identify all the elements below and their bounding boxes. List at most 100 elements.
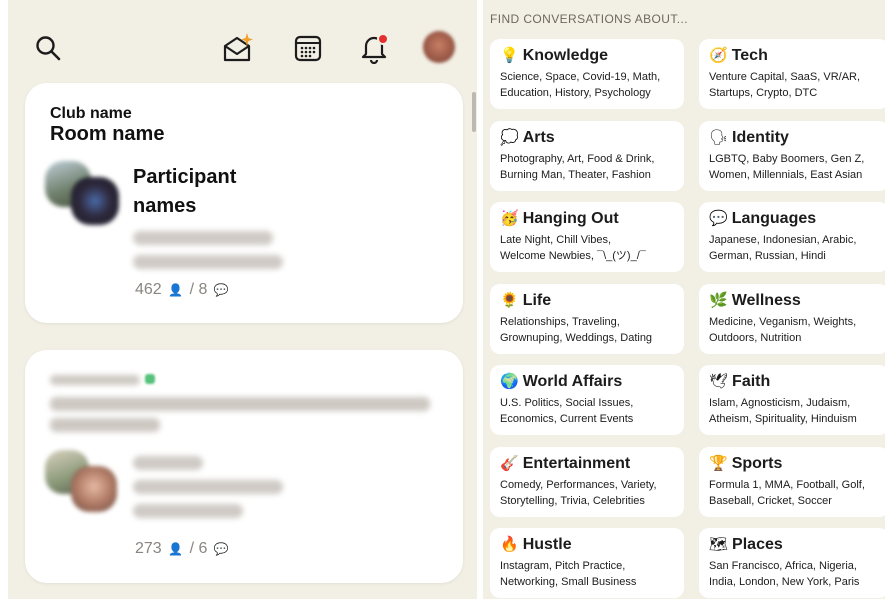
topic-title: 🧭 Tech xyxy=(709,46,768,65)
topic-emoji-icon: 🕊 xyxy=(709,373,729,390)
topic-tile-faith[interactable]: 🕊 Faith Islam, Agnosticism, Judaism, Athei… xyxy=(699,365,885,435)
topic-title: 🗣 Identity xyxy=(709,128,789,147)
topic-name: Identity xyxy=(732,128,789,146)
topic-description: Japanese, Indonesian, Arabic, German, Ru… xyxy=(709,234,857,262)
person-icon: 👤 xyxy=(168,283,184,297)
avatar xyxy=(71,177,119,225)
person-icon: 👤 xyxy=(168,542,184,556)
topic-description: Instagram, Pitch Practice, Networking, S… xyxy=(500,560,637,588)
room-card[interactable]: 273 👤 / 6 💬 xyxy=(25,350,463,583)
separator: / xyxy=(189,281,195,298)
participant-avatars xyxy=(45,161,125,231)
topic-tile-world-affairs[interactable]: 🌍 World Affairs U.S. Politics, Social Issu… xyxy=(490,365,684,435)
notification-dot xyxy=(377,33,389,45)
participant-names: Participant names xyxy=(133,163,283,279)
speaker-count: 6 xyxy=(198,540,208,557)
envelope-sparkle-icon[interactable] xyxy=(220,30,256,66)
topic-emoji-icon: 🥳 xyxy=(500,210,519,227)
topic-emoji-icon: 💬 xyxy=(709,210,728,227)
topic-name: Arts xyxy=(522,128,555,146)
separator: / xyxy=(189,540,195,557)
chat-bubble-icon: 💬 xyxy=(213,283,229,297)
topic-description: Islam, Agnosticism, Judaism, Atheism, Sp… xyxy=(709,397,857,425)
hallway-panel: Club name Room name Participant names 46… xyxy=(8,0,477,599)
topic-tile-sports[interactable]: 🏆 Sports Formula 1, MMA, Football, Golf, B… xyxy=(699,446,885,517)
topic-name: Tech xyxy=(731,47,768,64)
topic-title: 🗺 Places xyxy=(709,535,783,554)
room-name-blurred xyxy=(50,397,430,411)
room-stats: 462 👤 / 8 💬 xyxy=(135,281,231,299)
topic-tile-knowledge[interactable]: 💡 Knowledge Science, Space, Covid-19, Math… xyxy=(490,39,684,109)
club-name-blurred xyxy=(50,375,140,385)
topic-name: Places xyxy=(732,536,783,553)
topic-tile-wellness[interactable]: 🌿 Wellness Medicine, Veganism, Weights, Ou… xyxy=(699,283,885,354)
topic-emoji-icon: 🌿 xyxy=(709,291,728,309)
room-stats: 273 👤 / 6 💬 xyxy=(135,540,231,558)
topic-description: Venture Capital, SaaS, VR/AR, Startups, … xyxy=(709,71,861,99)
topic-tile-hustle[interactable]: 🔥 Hustle Instagram, Pitch Practice, Networ… xyxy=(490,528,684,598)
topic-tile-entertainment[interactable]: 🎸 Entertainment Comedy, Performances, Vari… xyxy=(490,446,684,517)
topic-title: 💬 Languages xyxy=(709,209,816,228)
topic-title: 🎸 Entertainment xyxy=(500,454,630,473)
topic-tile-identity[interactable]: 🗣 Identity LGBTQ, Baby Boomers, Gen Z, Wom… xyxy=(699,120,885,191)
scrollbar[interactable] xyxy=(472,92,476,132)
topic-description: LGBTQ, Baby Boomers, Gen Z, Women, Mille… xyxy=(709,152,865,181)
avatar[interactable] xyxy=(423,31,455,63)
room-card[interactable]: Club name Room name Participant names 46… xyxy=(25,83,463,323)
avatar xyxy=(71,466,117,512)
topic-title: 🏆 Sports xyxy=(709,454,782,473)
topic-name: Life xyxy=(522,291,552,309)
topic-emoji-icon: 🔥 xyxy=(500,536,519,553)
topic-tile-places[interactable]: 🗺 Places San Francisco, Africa, Nigeria, I… xyxy=(699,528,885,598)
participant-name-blurred xyxy=(133,480,283,494)
participant-label: Participant xyxy=(133,166,237,188)
participant-name-blurred xyxy=(133,504,243,518)
topic-title: 💡 Knowledge xyxy=(500,46,608,65)
topic-description: Relationships, Traveling, Grownuping, We… xyxy=(500,315,653,344)
topic-name: Knowledge xyxy=(522,47,609,64)
room-name: Room name xyxy=(50,123,165,145)
topic-description: Science, Space, Covid-19, Math, Educatio… xyxy=(500,71,661,99)
topic-emoji-icon: 💡 xyxy=(500,47,519,64)
topic-tile-arts[interactable]: 💭 Arts Photography, Art, Food & Drink, Bur… xyxy=(490,120,684,191)
topic-name: Hustle xyxy=(522,536,572,553)
topic-emoji-icon: 🧭 xyxy=(709,47,728,64)
listener-count: 273 xyxy=(135,540,162,557)
topic-title: 💭 Arts xyxy=(500,128,555,147)
participant-label: names xyxy=(133,195,197,217)
topic-description: San Francisco, Africa, Nigeria, India, L… xyxy=(709,560,860,588)
search-icon[interactable] xyxy=(30,30,66,66)
topic-title: 🕊 Faith xyxy=(709,372,770,391)
topic-name: Entertainment xyxy=(522,454,631,472)
room-name-blurred xyxy=(50,418,160,432)
topic-description: U.S. Politics, Social Issues, Economics,… xyxy=(500,397,634,425)
chat-bubble-icon: 💬 xyxy=(213,542,229,556)
topic-name: Sports xyxy=(731,454,783,472)
topic-title: 🥳 Hanging Out xyxy=(500,209,619,228)
topic-name: World Affairs xyxy=(522,373,623,390)
topic-name: Wellness xyxy=(731,291,801,309)
club-name: Club name xyxy=(50,105,132,122)
explore-topics-panel: FIND CONVERSATIONS ABOUT... 💡 Knowledge Sc… xyxy=(483,0,885,599)
topic-tile-tech[interactable]: 🧭 Tech Venture Capital, SaaS, VR/AR, Start… xyxy=(699,39,885,109)
participant-name-blurred xyxy=(133,231,273,245)
participant-name-blurred xyxy=(133,456,203,470)
topic-tile-life[interactable]: 🌻 Life Relationships, Traveling, Grownupin… xyxy=(490,283,684,354)
participant-name-blurred xyxy=(133,255,283,269)
calendar-icon[interactable] xyxy=(290,30,326,66)
topic-tile-languages[interactable]: 💬 Languages Japanese, Indonesian, Arabic, … xyxy=(699,202,885,272)
topic-description: Comedy, Performances, Variety, Storytell… xyxy=(500,478,657,507)
speaker-count: 8 xyxy=(198,281,208,298)
topic-emoji-icon: 🌻 xyxy=(500,291,519,309)
topic-description: Formula 1, MMA, Football, Golf, Baseball… xyxy=(709,478,865,507)
topic-tile-hanging-out[interactable]: 🥳 Hanging Out Late Night, Chill Vibes, Wel… xyxy=(490,202,684,272)
topic-description: Medicine, Veganism, Weights, Outdoors, N… xyxy=(709,315,857,344)
section-title: FIND CONVERSATIONS ABOUT... xyxy=(490,12,688,26)
topic-title: 🔥 Hustle xyxy=(500,535,572,554)
topic-description: Photography, Art, Food & Drink, Burning … xyxy=(500,152,655,181)
top-bar xyxy=(8,0,477,90)
topic-emoji-icon: 💭 xyxy=(500,128,519,146)
participant-avatars xyxy=(45,450,125,520)
bell-icon[interactable] xyxy=(356,30,392,66)
topic-emoji-icon: 🗺 xyxy=(709,536,729,553)
